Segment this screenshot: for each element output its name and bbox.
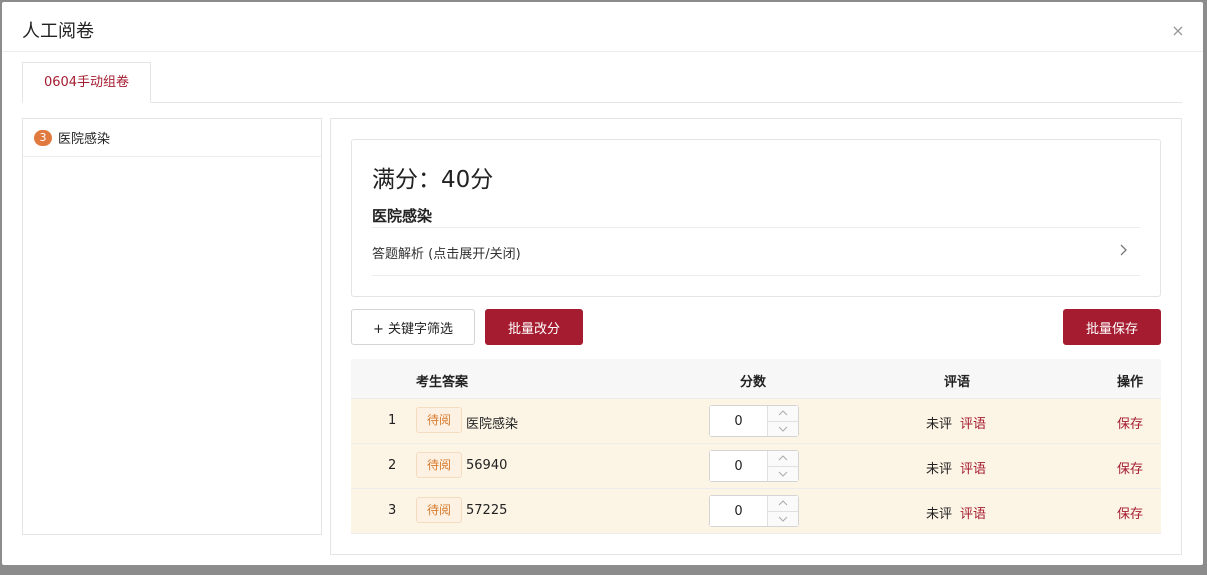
status-badge: 待阅 bbox=[416, 407, 462, 433]
question-list-item[interactable]: 3 医院感染 bbox=[23, 119, 321, 157]
row-index: 2 bbox=[388, 458, 397, 473]
row-index: 3 bbox=[388, 503, 397, 518]
table-row: 1 待阅 医院感染 未评 评语 保存 bbox=[351, 399, 1161, 444]
comment-link[interactable]: 评语 bbox=[960, 458, 986, 477]
count-badge: 3 bbox=[34, 129, 52, 146]
comment-status: 未评 bbox=[926, 507, 953, 522]
header-comment: 评语 bbox=[944, 375, 971, 390]
score-input[interactable] bbox=[710, 496, 767, 526]
status-badge: 待阅 bbox=[416, 497, 462, 523]
header-answer: 考生答案 bbox=[416, 375, 469, 390]
answer-analysis-label: 答题解析 (点击展开/关闭) bbox=[372, 247, 521, 262]
question-list-item-label: 医院感染 bbox=[58, 132, 111, 147]
header-score: 分数 bbox=[740, 375, 767, 390]
full-score: 满分：40分 bbox=[372, 167, 494, 193]
question-title: 医院感染 bbox=[372, 207, 433, 225]
score-input[interactable] bbox=[710, 451, 767, 481]
modal-header: 人工阅卷 × bbox=[2, 2, 1203, 52]
status-badge: 待阅 bbox=[416, 452, 462, 478]
score-input[interactable] bbox=[710, 406, 767, 436]
answer-text: 医院感染 bbox=[466, 417, 519, 432]
caret-down-icon[interactable] bbox=[768, 511, 798, 526]
table-header: 考生答案 分数 评语 操作 bbox=[351, 359, 1161, 399]
row-save-link[interactable]: 保存 bbox=[1117, 503, 1143, 522]
answer-text: 57225 bbox=[466, 503, 508, 518]
batch-save-button[interactable]: 批量保存 bbox=[1063, 309, 1161, 345]
tab-paper[interactable]: 0604手动组卷 bbox=[22, 62, 151, 103]
score-stepper bbox=[709, 495, 799, 527]
table-row: 3 待阅 57225 未评 评语 保存 bbox=[351, 489, 1161, 534]
caret-down-icon[interactable] bbox=[768, 466, 798, 481]
answers-table: 考生答案 分数 评语 操作 1 待阅 医院感染 0 未评 评语 保存 2 待阅 … bbox=[351, 359, 1161, 534]
row-save-link[interactable]: 保存 bbox=[1117, 413, 1143, 432]
caret-up-icon[interactable] bbox=[768, 496, 798, 512]
modal-title: 人工阅卷 bbox=[22, 21, 94, 42]
score-stepper bbox=[709, 405, 799, 437]
caret-down-icon[interactable] bbox=[768, 421, 798, 436]
comment-link[interactable]: 评语 bbox=[960, 413, 986, 432]
caret-up-icon[interactable] bbox=[768, 406, 798, 422]
answer-analysis-toggle[interactable]: 答题解析 (点击展开/关闭) bbox=[372, 227, 1140, 276]
header-action: 操作 bbox=[1117, 375, 1144, 390]
score-stepper bbox=[709, 450, 799, 482]
paper-tabs: 0604手动组卷 bbox=[22, 62, 1182, 103]
question-list: 3 医院感染 bbox=[22, 118, 322, 535]
question-info-card: 满分：40分 医院感染 答题解析 (点击展开/关闭) bbox=[351, 139, 1161, 297]
batch-score-button[interactable]: 批量改分 bbox=[485, 309, 583, 345]
row-index: 1 bbox=[388, 413, 397, 428]
table-row: 2 待阅 56940 未评 评语 保存 bbox=[351, 444, 1161, 489]
row-save-link[interactable]: 保存 bbox=[1117, 458, 1143, 477]
answer-text: 56940 bbox=[466, 458, 508, 473]
comment-status: 未评 bbox=[926, 462, 953, 477]
close-icon[interactable]: × bbox=[1171, 23, 1185, 39]
grading-modal: 人工阅卷 × 0604手动组卷 3 医院感染 满分：40分 医院感染 答题解析 … bbox=[2, 2, 1203, 565]
comment-link[interactable]: 评语 bbox=[960, 503, 986, 522]
chevron-right-icon bbox=[1116, 242, 1130, 258]
grading-panel: 满分：40分 医院感染 答题解析 (点击展开/关闭) + 关键字筛选 批量改分 … bbox=[330, 118, 1182, 555]
keyword-filter-button[interactable]: + 关键字筛选 bbox=[351, 309, 475, 345]
comment-status: 未评 bbox=[926, 417, 953, 432]
caret-up-icon[interactable] bbox=[768, 451, 798, 467]
